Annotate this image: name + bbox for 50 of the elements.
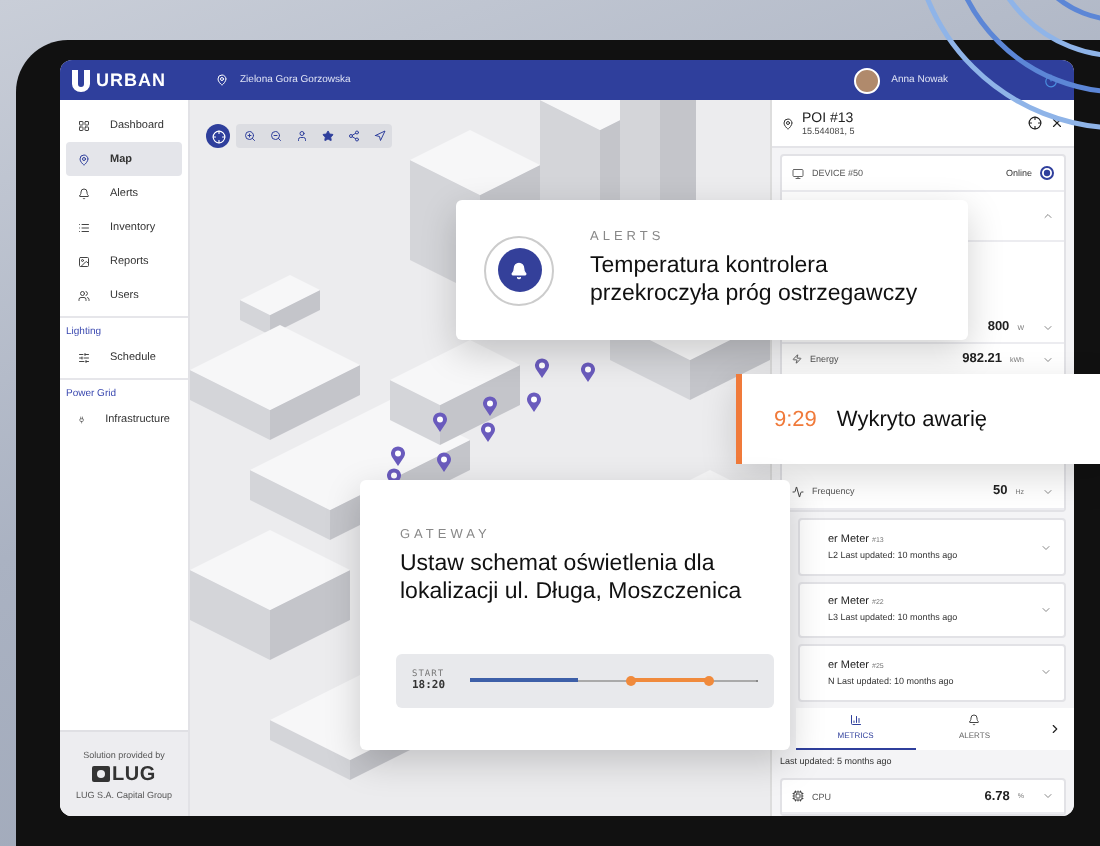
map-pin-icon [78, 153, 90, 165]
dashboard-icon [78, 119, 90, 131]
list-icon [78, 221, 90, 233]
bell-icon [78, 187, 90, 199]
nodes-icon [347, 130, 359, 142]
gateway-message: Ustaw schemat oświetlenia dla lokalizacji ul. Długa, Moszczenica [400, 552, 744, 608]
map-pin-icon[interactable] [580, 362, 596, 382]
map-pin-icon[interactable] [436, 452, 452, 472]
star-icon [321, 130, 333, 142]
event-time: 9:29 [774, 407, 817, 431]
sliders-icon [78, 351, 90, 363]
plug-icon [78, 413, 86, 425]
bell-icon [968, 714, 981, 727]
crosshair-icon [211, 129, 225, 143]
bell-icon [510, 261, 528, 279]
timeline-track[interactable] [469, 672, 758, 689]
location-pin-icon [216, 74, 228, 86]
device-icon [792, 167, 804, 180]
arrow-icon [373, 130, 385, 142]
chevron-right-icon [1047, 721, 1061, 736]
map-pin-icon [782, 117, 794, 130]
map-pin-icon[interactable] [390, 446, 406, 466]
logo-icon [91, 766, 110, 782]
timeline-marker[interactable] [703, 675, 714, 686]
radio-icon [1040, 166, 1054, 181]
timeline-marker[interactable] [625, 675, 636, 686]
map-pin-icon[interactable] [534, 358, 550, 378]
users-icon [78, 289, 90, 301]
map-pin-icon[interactable] [526, 392, 542, 412]
power-icon[interactable] [1044, 73, 1058, 87]
person-icon [295, 130, 307, 142]
company-logo-text: LUG [111, 763, 156, 785]
zoom-out-icon [269, 130, 281, 142]
map-pin-icon[interactable] [482, 396, 498, 416]
logo-text: URBAN [96, 70, 166, 90]
logo-icon [72, 69, 90, 91]
frequency-icon [792, 485, 804, 498]
avatar[interactable] [853, 67, 880, 93]
close-icon[interactable] [1050, 116, 1064, 131]
zoom-in-icon [243, 130, 255, 142]
cpu-icon [792, 790, 804, 802]
target-icon[interactable] [1028, 116, 1042, 131]
map-pin-icon[interactable] [480, 422, 496, 442]
alert-message: Temperatura kontrolera przekroczyła próg ostrzegawczy [590, 254, 920, 310]
event-message: Wykryto awarię [836, 407, 988, 431]
image-icon [78, 255, 90, 267]
bolt-icon [792, 354, 802, 365]
locate-button[interactable] [206, 124, 230, 148]
chart-icon [849, 714, 862, 727]
map-pin-icon[interactable] [432, 412, 448, 432]
